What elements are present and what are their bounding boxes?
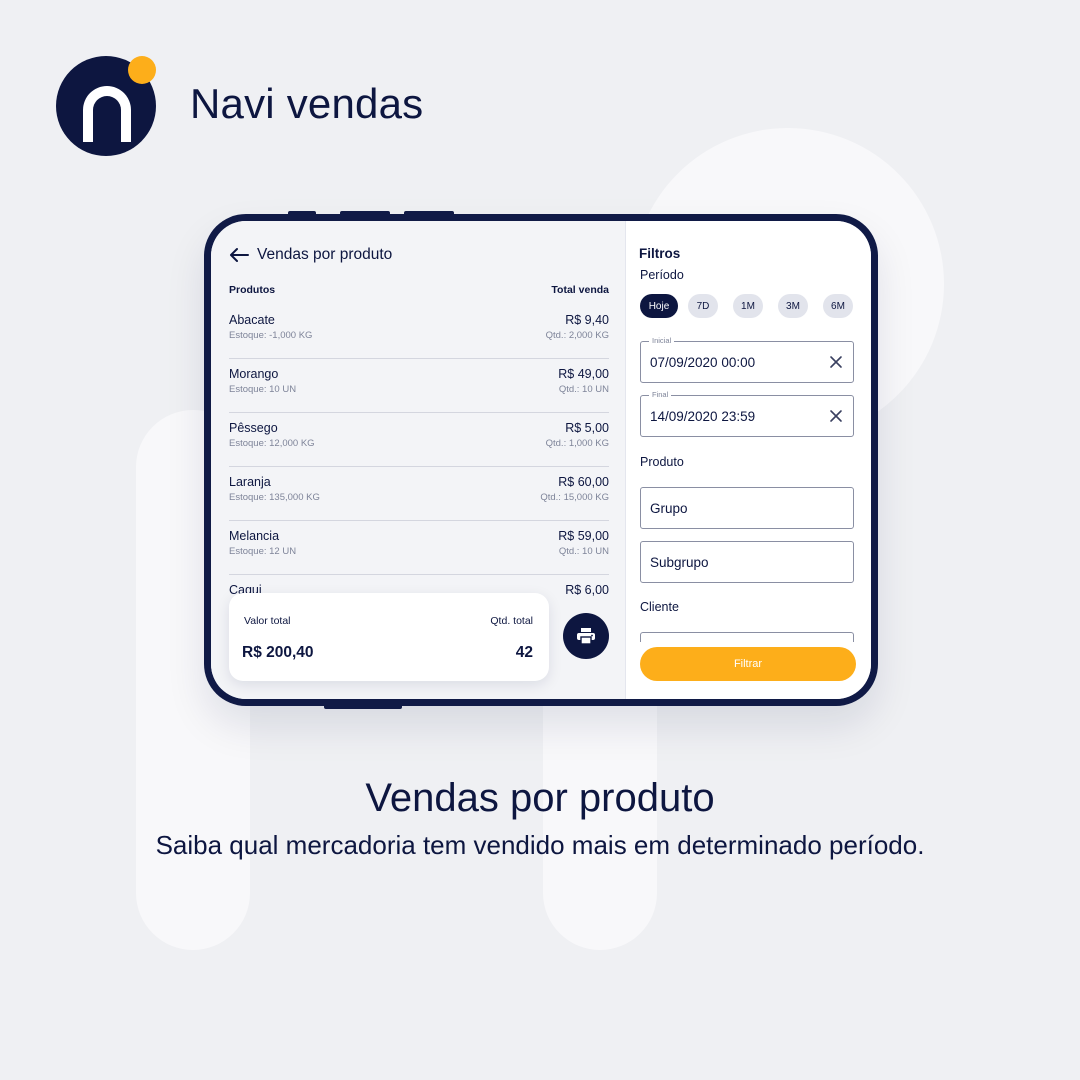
feature-headline: Vendas por produto — [365, 776, 715, 820]
print-button[interactable] — [563, 613, 609, 659]
product-total: R$ 49,00 — [558, 367, 609, 381]
total-value-label: Valor total — [244, 615, 291, 627]
chip-3m[interactable]: 3M — [778, 294, 808, 318]
product-qty: Qtd.: 10 UN — [558, 384, 609, 395]
total-qty: 42 — [515, 644, 533, 661]
product-section-label: Produto — [640, 455, 684, 469]
product-stock: Estoque: 12 UN — [229, 546, 297, 557]
product-total: R$ 60,00 — [558, 475, 609, 489]
total-value: R$ 200,40 — [242, 644, 314, 661]
period-chips: Hoje 7D 1M 3M 6M — [640, 294, 854, 318]
close-icon[interactable] — [829, 409, 843, 423]
printer-icon — [577, 628, 595, 644]
device-button — [340, 211, 390, 217]
product-name: Abacate — [229, 313, 275, 327]
product-name: Morango — [229, 367, 279, 381]
end-date-value: 14/09/2020 23:59 — [650, 409, 756, 424]
product-list: Abacate Estoque: -1,000 KG R$ 9,40 Qtd.:… — [229, 305, 609, 629]
screen-title: Vendas por produto — [257, 246, 393, 263]
logo-dot — [128, 56, 156, 84]
tablet-screen: Vendas por produto Produtos Total venda … — [211, 221, 871, 699]
list-item[interactable]: Morango Estoque: 10 UN R$ 49,00 Qtd.: 10… — [229, 359, 609, 413]
filters-pane: Filtros Período Hoje 7D 1M 3M 6M Inicial… — [625, 221, 871, 699]
product-qty: Qtd.: 2,000 KG — [545, 330, 609, 341]
start-date-label: Inicial — [649, 336, 675, 345]
end-date-field[interactable]: Final 14/09/2020 23:59 — [640, 390, 854, 437]
device-button — [324, 703, 402, 709]
sales-list-pane: Vendas por produto Produtos Total venda … — [211, 221, 625, 699]
product-total: R$ 9,40 — [565, 313, 609, 327]
product-stock: Estoque: -1,000 KG — [229, 330, 313, 341]
list-item[interactable]: Abacate Estoque: -1,000 KG R$ 9,40 Qtd.:… — [229, 305, 609, 359]
list-item[interactable]: Pêssego Estoque: 12,000 KG R$ 5,00 Qtd.:… — [229, 413, 609, 467]
product-total: R$ 5,00 — [565, 421, 609, 435]
chip-6m[interactable]: 6M — [823, 294, 853, 318]
client-section-label: Cliente — [640, 600, 679, 614]
product-name: Laranja — [229, 475, 271, 489]
product-name: Pêssego — [229, 421, 278, 435]
group-field-text: Grupo — [650, 501, 688, 516]
product-stock: Estoque: 10 UN — [229, 384, 297, 395]
chip-1m[interactable]: 1M — [733, 294, 763, 318]
product-qty: Qtd.: 10 UN — [558, 546, 609, 557]
close-icon[interactable] — [829, 355, 843, 369]
filters-title: Filtros — [639, 246, 681, 261]
product-stock: Estoque: 135,000 KG — [229, 492, 320, 503]
product-qty: Qtd.: 1,000 KG — [545, 438, 609, 449]
feature-tagline: Saiba qual mercadoria tem vendido mais e… — [155, 830, 925, 860]
brand-logo — [56, 56, 156, 156]
product-total: R$ 59,00 — [558, 529, 609, 543]
chip-7d[interactable]: 7D — [688, 294, 718, 318]
list-item[interactable]: Melancia Estoque: 12 UN R$ 59,00 Qtd.: 1… — [229, 521, 609, 575]
brand-name: Navi vendas — [190, 80, 424, 127]
subgroup-field-text: Subgrupo — [650, 555, 709, 570]
product-total: R$ 6,00 — [565, 583, 609, 597]
column-header-products: Produtos — [229, 284, 276, 296]
chip-today[interactable]: Hoje — [640, 294, 678, 318]
product-stock: Estoque: 12,000 KG — [229, 438, 315, 449]
product-name: Melancia — [229, 529, 280, 543]
group-field[interactable]: Grupo — [640, 487, 854, 529]
start-date-value: 07/09/2020 00:00 — [650, 355, 756, 370]
arrow-left-icon[interactable] — [229, 247, 249, 263]
totals-card: Valor total Qtd. total R$ 200,40 42 — [229, 593, 549, 681]
device-button — [404, 211, 454, 217]
total-qty-label: Qtd. total — [490, 615, 533, 627]
tablet-device: Vendas por produto Produtos Total venda … — [204, 211, 878, 709]
device-button — [288, 211, 316, 217]
start-date-field[interactable]: Inicial 07/09/2020 00:00 — [640, 336, 854, 383]
client-field[interactable] — [640, 632, 854, 642]
period-label: Período — [640, 268, 684, 282]
list-item[interactable]: Laranja Estoque: 135,000 KG R$ 60,00 Qtd… — [229, 467, 609, 521]
column-header-total: Total venda — [551, 284, 609, 296]
end-date-label: Final — [649, 390, 672, 399]
logo-letter-n — [83, 86, 131, 142]
product-qty: Qtd.: 15,000 KG — [540, 492, 609, 503]
filter-button[interactable]: Filtrar — [640, 647, 856, 681]
subgroup-field[interactable]: Subgrupo — [640, 541, 854, 583]
